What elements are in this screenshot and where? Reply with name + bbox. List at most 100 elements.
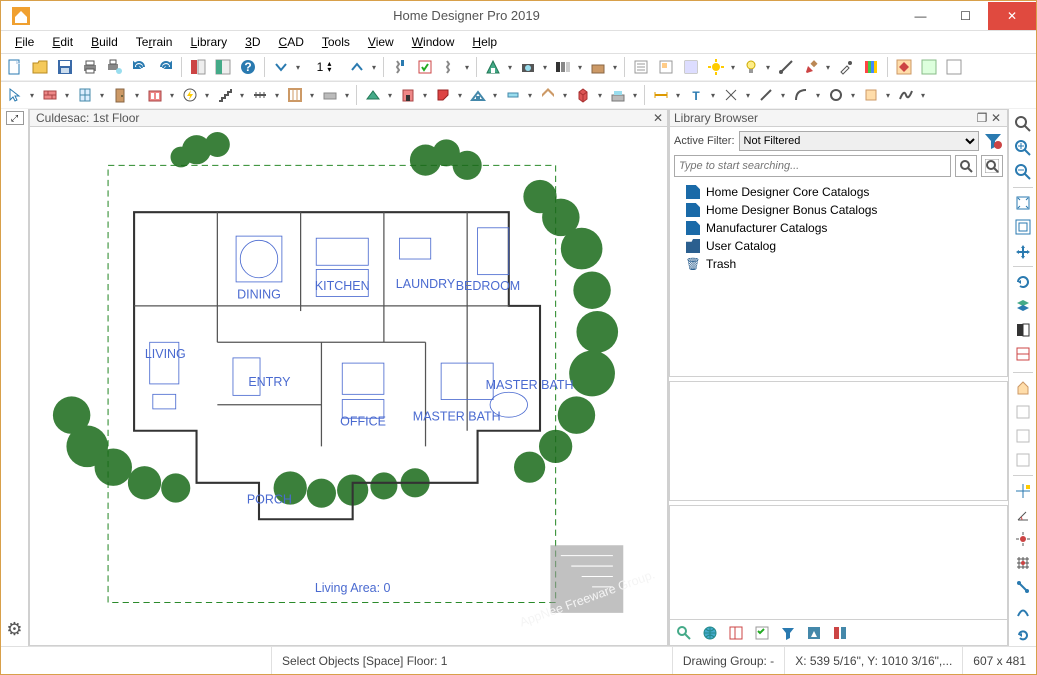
save-button[interactable] <box>53 55 77 79</box>
menu-help[interactable]: Help <box>464 33 505 51</box>
refresh-icon[interactable] <box>1012 271 1034 293</box>
lib-search-icon[interactable] <box>672 621 696 645</box>
lib-filter-icon[interactable] <box>776 621 800 645</box>
tree-item-bonus[interactable]: Home Designer Bonus Catalogs <box>686 201 1003 219</box>
tape-measure-button[interactable] <box>774 55 798 79</box>
menu-view[interactable]: View <box>360 33 402 51</box>
dimension-button[interactable] <box>649 83 683 107</box>
zoom-tool-icon[interactable] <box>1012 113 1034 135</box>
zoom-out-icon[interactable] <box>1012 161 1034 183</box>
circle-button[interactable] <box>824 83 858 107</box>
up-floor-button[interactable] <box>345 55 379 79</box>
lib-checklist-icon[interactable] <box>750 621 774 645</box>
panel-close-button[interactable]: ✕ <box>989 111 1003 125</box>
plan-check-button[interactable] <box>413 55 437 79</box>
electrical-button[interactable] <box>178 83 212 107</box>
view-mode-a-button[interactable] <box>892 55 916 79</box>
search-options-button[interactable] <box>981 155 1003 177</box>
reference-icon[interactable] <box>1012 343 1034 365</box>
menu-build[interactable]: Build <box>83 33 126 51</box>
foundation-button[interactable] <box>606 83 640 107</box>
camera-button[interactable] <box>516 55 550 79</box>
ceiling-button[interactable] <box>536 83 570 107</box>
preferences-button[interactable] <box>388 55 412 79</box>
menu-file[interactable]: File <box>7 33 42 51</box>
document-tab[interactable]: Culdesac: 1st Floor ✕ <box>29 109 668 127</box>
redo-button[interactable] <box>153 55 177 79</box>
3d-box-button[interactable] <box>571 83 605 107</box>
menu-edit[interactable]: Edit <box>44 33 81 51</box>
search-input[interactable] <box>674 155 951 177</box>
zoom-in-icon[interactable] <box>1012 137 1034 159</box>
fill-window-icon[interactable] <box>1012 192 1034 214</box>
minimize-button[interactable]: — <box>898 2 943 30</box>
view-mode-b-button[interactable] <box>917 55 941 79</box>
layers-icon[interactable] <box>1012 295 1034 317</box>
lib-globe-icon[interactable] <box>698 621 722 645</box>
document-close-icon[interactable]: ✕ <box>653 111 663 125</box>
grid-snap-icon[interactable] <box>1012 552 1034 574</box>
soffit-button[interactable] <box>431 83 465 107</box>
filter-icon[interactable] <box>983 131 1003 151</box>
rail-button[interactable] <box>248 83 282 107</box>
menu-window[interactable]: Window <box>404 33 463 51</box>
slab-button[interactable] <box>318 83 352 107</box>
print-preview-button[interactable] <box>103 55 127 79</box>
menu-library[interactable]: Library <box>182 33 235 51</box>
material-room-button[interactable] <box>679 55 703 79</box>
pan-icon[interactable] <box>1012 240 1034 262</box>
cabinet-button[interactable] <box>143 83 177 107</box>
floor-number[interactable]: 1▴▾ <box>304 60 344 74</box>
blank-icon-2[interactable] <box>1012 425 1034 447</box>
lib-plan-icon[interactable] <box>724 621 748 645</box>
lib-view-icon[interactable] <box>802 621 826 645</box>
point-button[interactable] <box>719 83 753 107</box>
defaults-button[interactable] <box>438 55 472 79</box>
material-region-button[interactable] <box>654 55 678 79</box>
select-objects-button[interactable] <box>3 83 37 107</box>
pin-toggle[interactable]: ⤢ <box>6 111 24 125</box>
door-tool-button[interactable] <box>108 83 142 107</box>
material-list-button[interactable] <box>629 55 653 79</box>
rotate-icon[interactable] <box>1012 624 1034 646</box>
maximize-button[interactable]: ☐ <box>943 2 988 30</box>
library-browser-button[interactable] <box>186 55 210 79</box>
tree-item-core[interactable]: Home Designer Core Catalogs <box>686 183 1003 201</box>
search-button[interactable] <box>955 155 977 177</box>
skylight-button[interactable] <box>501 83 535 107</box>
settings-gear-icon[interactable]: ⚙ <box>6 619 22 640</box>
line-button[interactable] <box>754 83 788 107</box>
house-toggle-icon[interactable] <box>1012 377 1034 399</box>
print-button[interactable] <box>78 55 102 79</box>
spline-button[interactable] <box>894 83 928 107</box>
color-toggle-icon[interactable] <box>1012 319 1034 341</box>
menu-terrain[interactable]: Terrain <box>128 33 181 51</box>
fill-window-all-icon[interactable] <box>1012 216 1034 238</box>
menu-cad[interactable]: CAD <box>271 33 312 51</box>
roof-button[interactable] <box>361 83 395 107</box>
framing-button[interactable] <box>283 83 317 107</box>
help-button[interactable]: ? <box>236 55 260 79</box>
panel-float-button[interactable]: ❐ <box>975 111 989 125</box>
connect-icon[interactable] <box>1012 576 1034 598</box>
menu-tools[interactable]: Tools <box>314 33 358 51</box>
drawing-canvas[interactable]: LIVINGDINING KITCHENLAUNDRY BEDROOMOFFIC… <box>29 127 668 646</box>
window-tool-button[interactable] <box>73 83 107 107</box>
dormer-button[interactable] <box>466 83 500 107</box>
rainbow-button[interactable] <box>859 55 883 79</box>
delete-surface-button[interactable] <box>586 55 620 79</box>
view-mode-c-button[interactable] <box>942 55 966 79</box>
tree-item-trash[interactable]: 🗑Trash <box>686 255 1003 273</box>
tree-item-user[interactable]: User Catalog <box>686 237 1003 255</box>
new-plan-button[interactable] <box>3 55 27 79</box>
close-button[interactable]: ✕ <box>988 2 1036 30</box>
filter-select[interactable]: Not Filtered <box>739 131 979 151</box>
box-button[interactable] <box>859 83 893 107</box>
eyedropper-button[interactable] <box>834 55 858 79</box>
adjust-lights-button[interactable] <box>739 55 773 79</box>
lib-panels-icon[interactable] <box>828 621 852 645</box>
fireplace-button[interactable] <box>396 83 430 107</box>
menu-3d[interactable]: 3D <box>237 33 268 51</box>
blank-icon-1[interactable] <box>1012 401 1034 423</box>
project-browser-button[interactable] <box>211 55 235 79</box>
